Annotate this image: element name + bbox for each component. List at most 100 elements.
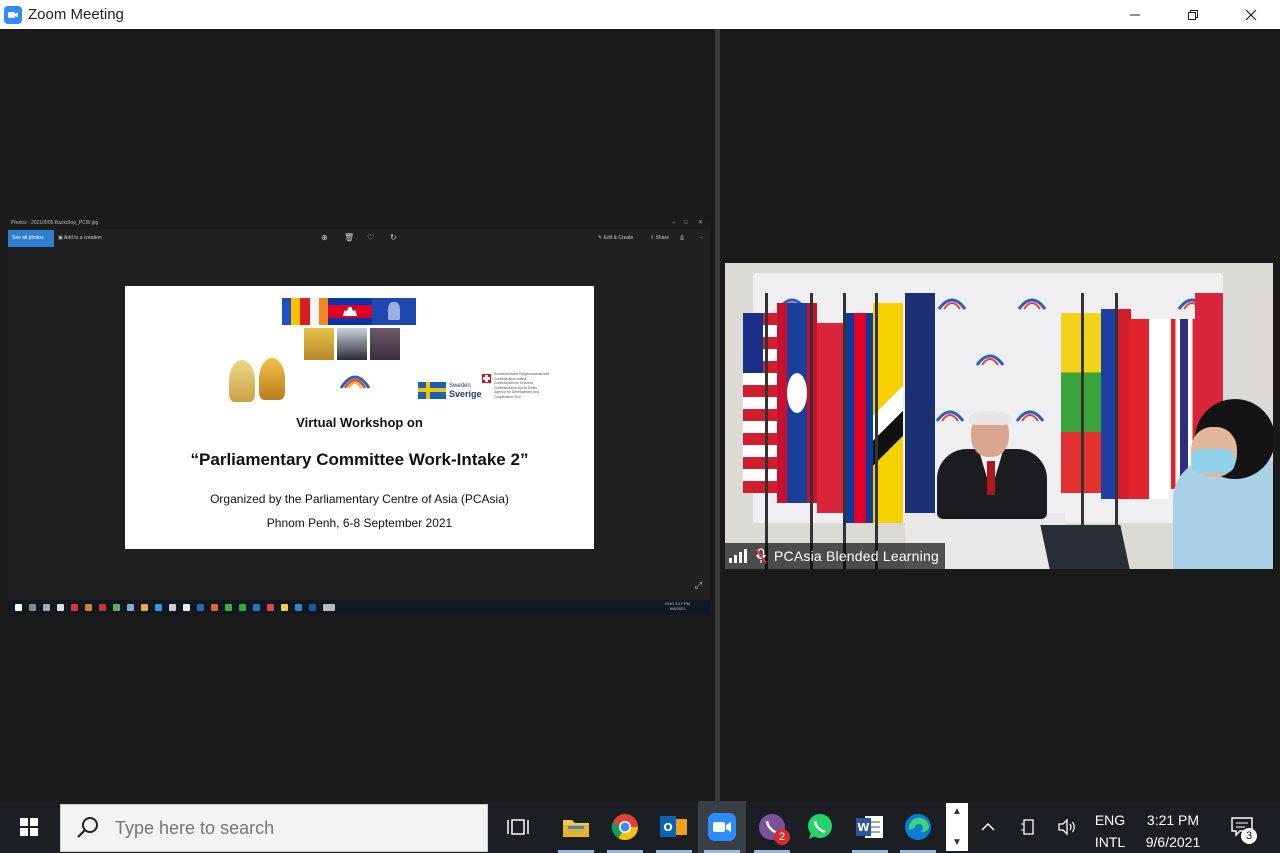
man-hair: [969, 411, 1011, 425]
backdrop-logo: [1015, 410, 1045, 422]
mini-search-icon: [29, 603, 36, 611]
heart-icon: ♡: [367, 233, 375, 242]
search-icon: [77, 817, 98, 838]
indonesia-flag: [817, 323, 845, 513]
backdrop-logo: [1017, 298, 1047, 310]
zoom-in-icon: ⊕: [321, 233, 328, 242]
folder-icon: [563, 820, 589, 837]
mini-app-icon: [211, 603, 218, 611]
participant-name-tag: PCAsia Blended Learning: [725, 543, 945, 569]
mini-app-icon: [225, 603, 232, 611]
sweden-flag: [418, 382, 446, 399]
action-center-button[interactable]: 3: [1222, 801, 1262, 853]
tablet-tray-button[interactable]: [1016, 801, 1040, 853]
expand-icon: ⤢: [694, 580, 702, 590]
mini-app-icon: [281, 603, 288, 611]
word-icon: W: [856, 816, 883, 838]
photos-close-icon: ✕: [698, 220, 704, 226]
mini-app-icon: [85, 603, 92, 611]
viber-button[interactable]: 2: [748, 801, 796, 853]
minimize-button[interactable]: [1106, 0, 1164, 29]
chrome-icon: [611, 814, 639, 841]
delete-icon: 🗑: [344, 233, 355, 242]
lang-layout: INTL: [1094, 834, 1126, 850]
clock-time: 3:21 PM: [1146, 812, 1200, 828]
dark-flag: [905, 293, 935, 513]
title-bar: Zoom Meeting: [0, 0, 1280, 29]
portrait-image: [370, 328, 400, 360]
flag-pole: [765, 293, 768, 569]
taskbar-search[interactable]: [60, 804, 488, 852]
input-language[interactable]: ENG INTL: [1086, 809, 1134, 853]
restore-button[interactable]: [1164, 0, 1222, 29]
search-input[interactable]: [115, 817, 455, 839]
print-icon: ⎙: [680, 235, 685, 241]
taskbar-scroll[interactable]: ▲ ▼: [946, 803, 968, 851]
slide-heading: Virtual Workshop on: [296, 415, 423, 430]
cambodia-flag-standing: [845, 313, 875, 523]
mini-app-icon: [141, 603, 148, 611]
mini-app-icon: [113, 603, 120, 611]
participant-video[interactable]: PCAsia Blended Learning: [725, 263, 1273, 569]
shared-screen[interactable]: Photos - 20210905-Backdrop_PCW.jpg – □ ✕…: [8, 218, 710, 614]
edge-icon: [905, 814, 931, 840]
man-tie: [987, 461, 995, 495]
task-view-icon: [507, 819, 529, 835]
file-explorer-button[interactable]: [552, 801, 600, 853]
close-icon: [1245, 9, 1257, 20]
photos-title-bar: Photos - 20210905-Backdrop_PCW.jpg – □ ✕: [8, 218, 710, 229]
show-hidden-icons-button[interactable]: [976, 801, 1000, 853]
swiss-sdc-logo: Schweizerische Eidgenossenschaft Confédé…: [482, 372, 549, 402]
whatsapp-button[interactable]: [796, 801, 844, 853]
see-all-photos-button: See all photos: [8, 230, 54, 247]
woman-mask: [1191, 449, 1235, 473]
sweden-logo: Sweden Sverige: [418, 382, 482, 399]
minimize-icon: [1130, 14, 1140, 15]
mic-muted-icon: [754, 548, 768, 564]
view-divider[interactable]: [715, 29, 720, 801]
outlook-icon: O: [660, 816, 687, 837]
start-button[interactable]: [0, 801, 58, 853]
svg-text:O: O: [663, 821, 672, 834]
participant-name: PCAsia Blended Learning: [774, 548, 939, 564]
slide-organizer: Organized by the Parliamentary Centre of…: [210, 492, 509, 506]
mini-app-icon: [183, 603, 190, 611]
edge-button[interactable]: [894, 801, 942, 853]
photos-title: Photos - 20210905-Backdrop_PCW.jpg: [11, 220, 99, 226]
zoom-taskbar-button[interactable]: [698, 801, 746, 853]
taskbar-clock[interactable]: 3:21 PM 9/6/2021: [1138, 809, 1208, 853]
flag-pole: [843, 293, 846, 569]
mini-file-icon: [57, 603, 64, 611]
outlook-button[interactable]: O: [650, 801, 698, 853]
window-controls: [1106, 0, 1280, 29]
backdrop-logo: [975, 354, 1005, 366]
royal-emblem-image: [259, 358, 285, 400]
flag-pole: [875, 293, 878, 569]
zoom-app-icon: [4, 5, 22, 24]
edit-create-label: Edit & Create: [603, 235, 634, 241]
mini-app-icon: [71, 603, 78, 611]
notification-count: 3: [1241, 828, 1257, 844]
word-button[interactable]: W: [846, 801, 894, 853]
mini-app-icon: [155, 603, 162, 611]
task-view-button[interactable]: [494, 801, 542, 853]
scroll-down-icon[interactable]: ▼: [952, 837, 962, 848]
close-button[interactable]: [1222, 0, 1280, 29]
volume-button[interactable]: [1054, 801, 1080, 853]
scroll-up-icon[interactable]: ▲: [952, 806, 962, 817]
swiss-sdc-text: Schweizerische Eidgenossenschaft Confédé…: [494, 372, 549, 399]
lang-code: ENG: [1094, 812, 1126, 828]
pcasia-logo: [339, 375, 371, 389]
chevron-up-icon: [981, 822, 995, 831]
chrome-button[interactable]: [601, 801, 649, 853]
windows-taskbar: O 2 W ▲ ▼ ENG INTL 3:21 PM 9/6/2021: [0, 801, 1280, 853]
mini-app-icon: [99, 603, 106, 611]
window-title: Zoom Meeting: [28, 6, 124, 23]
mini-task-icon: [43, 603, 50, 611]
photos-minimize-icon: –: [672, 220, 676, 226]
laos-circle: [787, 373, 807, 413]
add-to-creation-button: ▣ Add to a creation: [58, 235, 102, 241]
clock-date: 9/6/2021: [1145, 834, 1201, 850]
svg-text:W: W: [857, 821, 869, 834]
mini-app-icon: [169, 603, 176, 611]
